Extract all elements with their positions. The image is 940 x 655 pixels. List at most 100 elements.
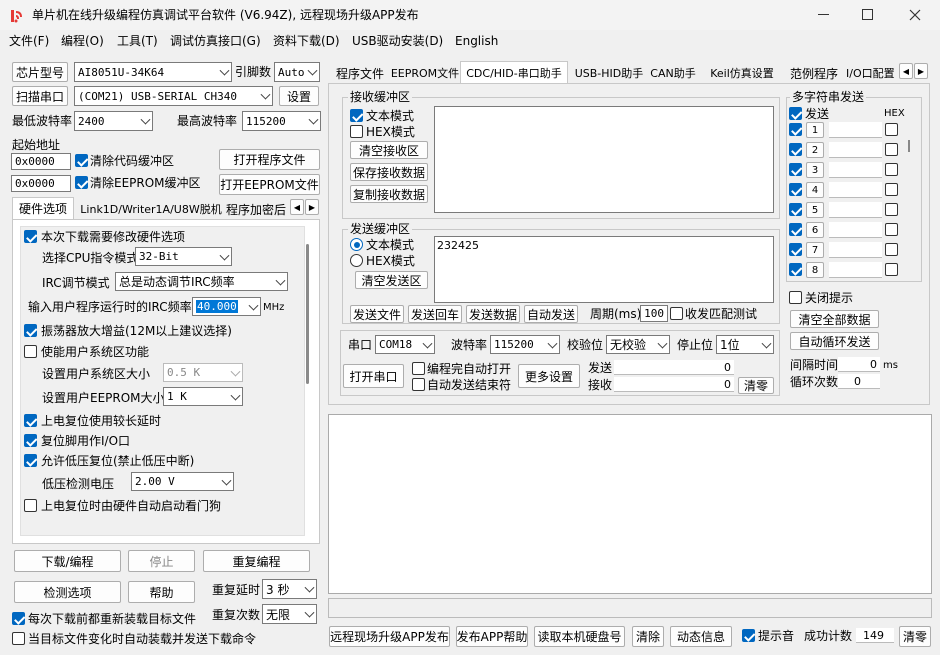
- tab-scroll-right[interactable]: ▶: [305, 199, 319, 215]
- scan-port-button[interactable]: 扫描串口: [12, 86, 68, 106]
- menu-file[interactable]: 文件(F): [9, 33, 49, 49]
- multi-send-row-hex-checkbox[interactable]: [885, 263, 898, 276]
- tab-link1d[interactable]: Link1D/Writer1A/U8W脱机: [76, 199, 226, 219]
- tab-eeprom-file[interactable]: EEPROM文件: [391, 63, 459, 83]
- multi-send-row-hex-checkbox[interactable]: [885, 123, 898, 136]
- menu-tools[interactable]: 工具(T): [117, 33, 158, 49]
- download-program-button[interactable]: 下载/编程: [14, 550, 121, 572]
- receive-textarea[interactable]: [434, 106, 774, 213]
- receive-text-mode-checkbox[interactable]: [350, 109, 363, 122]
- multi-send-row-checkbox[interactable]: [789, 243, 802, 256]
- modify-hardware-checkbox[interactable]: [24, 230, 37, 243]
- multi-send-row-input[interactable]: [829, 142, 882, 158]
- auto-send-button[interactable]: 自动发送: [524, 305, 578, 323]
- baud-rate-select[interactable]: 115200: [490, 335, 560, 354]
- dynamic-info-button[interactable]: 动态信息: [670, 626, 732, 647]
- low-voltage-reset-checkbox[interactable]: [24, 454, 37, 467]
- close-button[interactable]: [905, 5, 925, 25]
- auto-load-checkbox[interactable]: [12, 632, 25, 645]
- match-test-checkbox[interactable]: [670, 307, 683, 320]
- open-eeprom-file-button[interactable]: 打开EEPROM文件: [219, 174, 320, 195]
- multi-send-row-input[interactable]: [829, 242, 882, 258]
- send-data-button[interactable]: 发送数据: [466, 305, 520, 323]
- loop-count-field[interactable]: 0: [838, 374, 880, 389]
- read-disk-id-button[interactable]: 读取本机硬盘号: [534, 626, 625, 647]
- receive-hex-mode-checkbox[interactable]: [350, 125, 363, 138]
- repeat-count-select[interactable]: 无限: [262, 604, 317, 624]
- tab-scroll-left[interactable]: ◀: [290, 199, 304, 215]
- multi-send-row-input[interactable]: [829, 182, 882, 198]
- send-textarea[interactable]: 232425: [434, 236, 774, 303]
- port-select[interactable]: (COM21) USB-SERIAL CH340: [74, 86, 273, 106]
- remote-publish-button[interactable]: 远程现场升级APP发布: [329, 626, 450, 647]
- port-settings-button[interactable]: 设置: [279, 86, 319, 106]
- clear-receive-button[interactable]: 清空接收区: [350, 141, 428, 159]
- multi-send-row-checkbox[interactable]: [789, 183, 802, 196]
- low-voltage-threshold-select[interactable]: 2.00 V: [131, 472, 234, 491]
- right-tab-scroll-left[interactable]: ◀: [899, 63, 913, 79]
- irc-frequency-select[interactable]: 40.000: [192, 297, 261, 316]
- multi-string-scrollbar[interactable]: [908, 140, 910, 152]
- user-system-area-checkbox[interactable]: [24, 345, 37, 358]
- multi-send-row-checkbox[interactable]: [789, 223, 802, 236]
- right-tab-scroll-right[interactable]: ▶: [914, 63, 928, 79]
- send-enter-button[interactable]: 发送回车: [408, 305, 462, 323]
- multi-send-row-hex-checkbox[interactable]: [885, 243, 898, 256]
- tab-program-file[interactable]: 程序文件: [330, 63, 390, 83]
- open-serial-port-button[interactable]: 打开串口: [343, 364, 404, 388]
- tab-io-config[interactable]: I/O口配置: [846, 63, 898, 83]
- multi-send-row-button[interactable]: 2: [806, 142, 824, 158]
- reload-before-download-checkbox[interactable]: [12, 612, 25, 625]
- multi-send-row-hex-checkbox[interactable]: [885, 203, 898, 216]
- tab-can[interactable]: CAN助手: [648, 63, 698, 83]
- repeat-program-button[interactable]: 重复编程: [203, 550, 310, 572]
- tab-examples[interactable]: 范例程序: [786, 63, 842, 83]
- detect-options-button[interactable]: 检测选项: [14, 581, 121, 603]
- multi-send-row-hex-checkbox[interactable]: [885, 143, 898, 156]
- menu-english[interactable]: English: [455, 33, 498, 49]
- tab-usb-hid[interactable]: USB-HID助手: [570, 63, 648, 83]
- multi-send-row-hex-checkbox[interactable]: [885, 163, 898, 176]
- stop-bits-select[interactable]: 1位: [716, 335, 774, 354]
- clear-counts-button[interactable]: 清零: [738, 377, 774, 394]
- min-baud-select[interactable]: 2400: [74, 111, 153, 131]
- max-baud-select[interactable]: 115200: [242, 111, 321, 131]
- repeat-delay-select[interactable]: 3 秒: [262, 579, 317, 599]
- multi-send-row-button[interactable]: 4: [806, 182, 824, 198]
- send-file-button[interactable]: 发送文件: [350, 305, 404, 323]
- multi-send-row-input[interactable]: [829, 262, 882, 278]
- beep-checkbox[interactable]: [742, 629, 755, 642]
- multi-send-row-checkbox[interactable]: [789, 163, 802, 176]
- clear-success-count-button[interactable]: 清零: [899, 626, 931, 647]
- menu-program[interactable]: 编程(O): [61, 33, 104, 49]
- help-button[interactable]: 帮助: [128, 581, 195, 603]
- tab-keil[interactable]: Keil仿真设置: [702, 63, 782, 83]
- tab-hardware-options[interactable]: 硬件选项: [12, 197, 74, 219]
- clear-log-button[interactable]: 清除: [632, 626, 664, 647]
- watchdog-checkbox[interactable]: [24, 499, 37, 512]
- multi-send-row-hex-checkbox[interactable]: [885, 183, 898, 196]
- interval-field[interactable]: 0: [838, 357, 880, 372]
- parity-select[interactable]: 无校验: [606, 335, 670, 354]
- auto-loop-send-button[interactable]: 自动循环发送: [790, 332, 879, 350]
- stop-button[interactable]: 停止: [128, 550, 195, 572]
- multi-send-row-button[interactable]: 3: [806, 162, 824, 178]
- irc-mode-select[interactable]: 总是动态调节IRC频率: [115, 272, 288, 291]
- save-receive-button[interactable]: 保存接收数据: [350, 163, 428, 181]
- output-log-area[interactable]: [328, 414, 932, 594]
- multi-send-row-button[interactable]: 1: [806, 122, 824, 138]
- auto-open-checkbox[interactable]: [412, 362, 425, 375]
- clear-eeprom-buffer-checkbox[interactable]: [75, 176, 88, 189]
- eeprom-size-select[interactable]: 1 K: [163, 387, 243, 406]
- oscillator-gain-checkbox[interactable]: [24, 324, 37, 337]
- tab-encryption[interactable]: 程序加密后: [226, 199, 292, 219]
- multi-send-row-hex-checkbox[interactable]: [885, 223, 898, 236]
- reset-pin-io-checkbox[interactable]: [24, 434, 37, 447]
- multi-send-row-input[interactable]: [829, 202, 882, 218]
- period-input[interactable]: 100: [640, 305, 668, 322]
- tab-serial-assistant[interactable]: CDC/HID-串口助手: [460, 61, 568, 83]
- menu-download[interactable]: 资料下载(D): [273, 33, 340, 49]
- minimize-button[interactable]: [818, 14, 829, 15]
- copy-receive-button[interactable]: 复制接收数据: [350, 185, 428, 203]
- menu-debug[interactable]: 调试仿真接口(G): [170, 33, 261, 49]
